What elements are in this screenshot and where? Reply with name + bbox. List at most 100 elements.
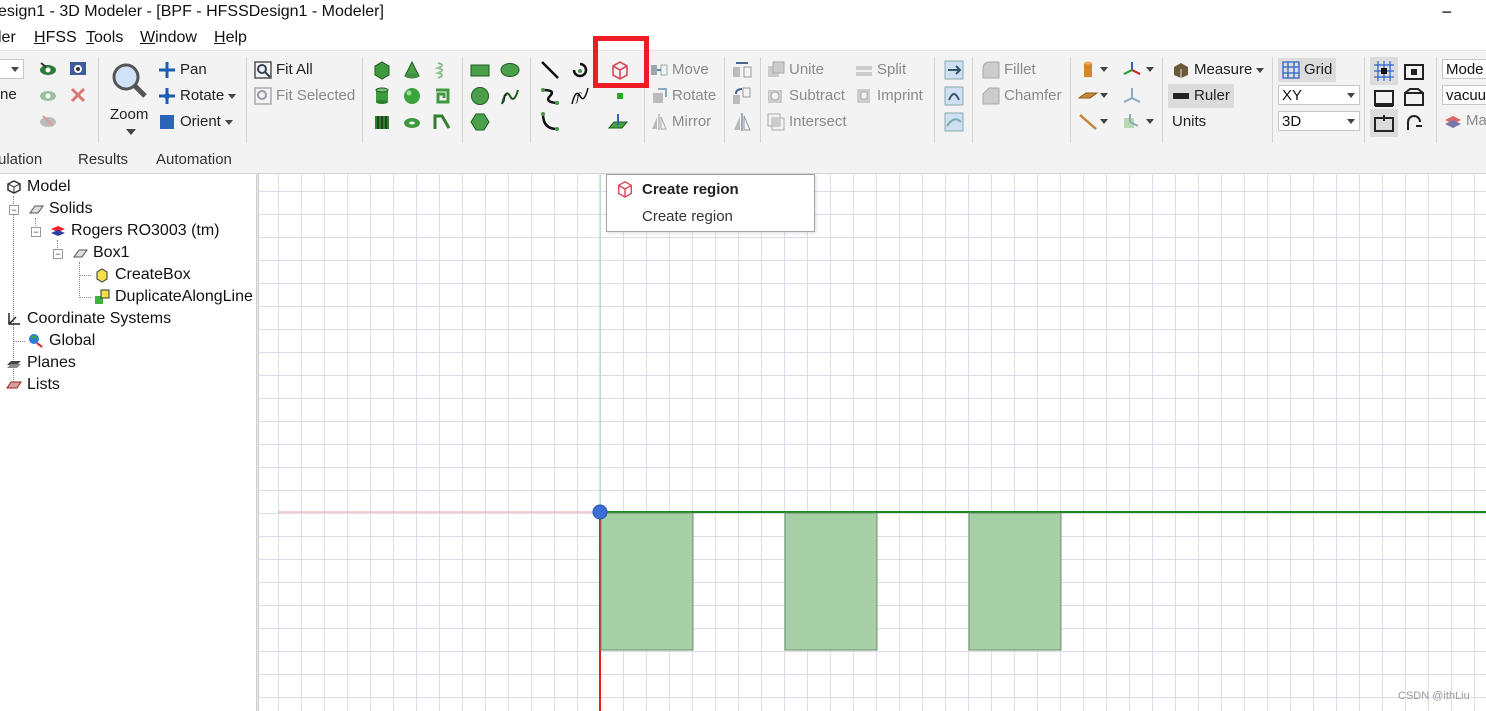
mirror-button[interactable]: Mirror: [650, 112, 711, 132]
snap-vertex-icon[interactable]: [1404, 62, 1424, 82]
hide-selected-icon[interactable]: [38, 111, 58, 131]
view-icon[interactable]: [68, 59, 88, 79]
rotate-view-button[interactable]: Rotate: [158, 86, 237, 106]
model-select[interactable]: Mode: [1442, 59, 1486, 79]
sphere-icon[interactable]: [402, 86, 422, 106]
circle-icon[interactable]: [470, 86, 490, 106]
box-object-2[interactable]: [784, 512, 878, 651]
tab-simulation[interactable]: ulation: [0, 149, 42, 171]
sweep-along-path-icon[interactable]: [944, 112, 964, 132]
face-cs-icon[interactable]: [1122, 112, 1142, 132]
menu-tools[interactable]: Tools: [86, 26, 123, 50]
coordinate-system-icon[interactable]: [1122, 60, 1142, 80]
chevron-down-icon[interactable]: [1100, 67, 1108, 72]
units-button[interactable]: Units: [1172, 112, 1206, 132]
tree-item-model[interactable]: Model: [6, 177, 71, 197]
duplicate-mirror-icon[interactable]: [732, 112, 752, 132]
move-button[interactable]: Move: [650, 60, 709, 80]
rectangle-icon[interactable]: [470, 60, 490, 80]
helix-icon[interactable]: [432, 60, 452, 80]
spiral-icon[interactable]: [432, 86, 452, 106]
hide-icon[interactable]: [38, 85, 58, 105]
edge-tool-icon[interactable]: [1078, 112, 1098, 132]
spline-icon[interactable]: [540, 86, 560, 106]
regular-polygon-icon[interactable]: [470, 112, 490, 132]
chevron-down-icon[interactable]: [1100, 119, 1108, 124]
material-button[interactable]: Ma: [1444, 111, 1486, 131]
bondwire-icon[interactable]: [432, 112, 452, 132]
snap-center-toggle[interactable]: [1370, 109, 1398, 137]
duplicate-along-line-icon[interactable]: [732, 60, 752, 80]
tree-item-createbox[interactable]: CreateBox: [94, 265, 191, 285]
fit-all-button[interactable]: Fit All: [254, 60, 313, 80]
chevron-down-icon[interactable]: [1100, 93, 1108, 98]
collapse-solids-toggle[interactable]: −: [9, 205, 19, 215]
fit-selected-button[interactable]: Fit Selected: [254, 86, 355, 106]
material-select[interactable]: vacuu: [1442, 85, 1486, 105]
box-object-3[interactable]: [968, 512, 1062, 651]
tree-item-coordinate-systems[interactable]: Coordinate Systems: [6, 309, 171, 329]
tree-item-material[interactable]: Rogers RO3003 (tm): [50, 221, 220, 241]
menu-hfss[interactable]: HFSS: [34, 26, 77, 50]
chevron-down-icon[interactable]: [1146, 119, 1154, 124]
measure-button[interactable]: Measure: [1172, 60, 1265, 80]
tab-automation[interactable]: Automation: [156, 149, 232, 171]
snap-arc-icon[interactable]: [1404, 114, 1424, 134]
equation-curve-icon[interactable]: f: [570, 86, 590, 106]
polyline-icon[interactable]: [540, 112, 560, 132]
ellipse-icon[interactable]: [500, 60, 520, 80]
intersect-button[interactable]: Intersect: [767, 112, 847, 132]
tree-item-duplicate[interactable]: DuplicateAlongLine: [94, 287, 253, 307]
plane-select[interactable]: XY: [1278, 85, 1360, 105]
face-tool-icon[interactable]: [1078, 86, 1098, 106]
relative-cs-icon[interactable]: [1122, 86, 1142, 106]
imprint-button[interactable]: Imprint: [855, 86, 923, 106]
sweep-along-vector-icon[interactable]: [944, 60, 964, 80]
dimension-select[interactable]: 3D: [1278, 111, 1360, 131]
torus-icon[interactable]: [402, 112, 422, 132]
pan-button[interactable]: Pan: [158, 60, 207, 80]
zoom-button[interactable]: Zoom: [110, 105, 148, 125]
cylinder-tool-icon[interactable]: [1078, 60, 1098, 80]
partial-combo[interactable]: [0, 59, 24, 79]
point-icon[interactable]: [610, 88, 630, 108]
box-icon[interactable]: [372, 60, 392, 80]
fillet-button[interactable]: Fillet: [982, 60, 1036, 80]
cylinder-icon[interactable]: [372, 86, 392, 106]
snap-grid-toggle[interactable]: [1370, 57, 1398, 85]
tree-item-box1[interactable]: Box1: [72, 243, 129, 263]
snap-face-icon[interactable]: [1404, 88, 1424, 108]
equation-surface-icon[interactable]: f: [500, 86, 520, 106]
cone-icon[interactable]: [402, 60, 422, 80]
tree-item-lists[interactable]: Lists: [6, 375, 60, 395]
collapse-box1-toggle[interactable]: −: [53, 249, 63, 259]
hide-all-icon[interactable]: [68, 85, 88, 105]
tab-results[interactable]: Results: [78, 149, 128, 171]
box-object-1[interactable]: [600, 512, 694, 651]
duplicate-around-axis-icon[interactable]: [732, 86, 752, 106]
chamfer-button[interactable]: Chamfer: [982, 86, 1062, 106]
rotate-object-button[interactable]: Rotate: [650, 86, 716, 106]
menu-modeler[interactable]: ler: [0, 26, 16, 50]
menu-help[interactable]: Help: [214, 26, 247, 50]
line-icon[interactable]: [540, 60, 560, 80]
grid-button[interactable]: Grid: [1278, 58, 1337, 82]
tree-item-planes[interactable]: Planes: [6, 353, 76, 373]
snap-edge-icon[interactable]: [1374, 88, 1394, 108]
collapse-material-toggle[interactable]: −: [31, 227, 41, 237]
orient-button[interactable]: Orient: [158, 112, 233, 132]
ruler-button[interactable]: Ruler: [1168, 84, 1234, 108]
zoom-dropdown-icon[interactable]: [126, 129, 136, 135]
tree-item-solids[interactable]: Solids: [28, 199, 93, 219]
plane-icon[interactable]: [608, 112, 628, 132]
split-button[interactable]: Split: [855, 60, 906, 80]
regular-polyhedron-icon[interactable]: [372, 112, 392, 132]
tree-item-global[interactable]: Global: [28, 331, 95, 351]
menu-window[interactable]: Window: [140, 26, 197, 50]
minimize-button[interactable]: −: [1441, 0, 1452, 24]
arc-icon[interactable]: [570, 60, 590, 80]
subtract-button[interactable]: Subtract: [767, 86, 845, 106]
sweep-around-axis-icon[interactable]: [944, 86, 964, 106]
modeler-viewport[interactable]: [259, 174, 1486, 711]
unite-button[interactable]: Unite: [767, 60, 824, 80]
